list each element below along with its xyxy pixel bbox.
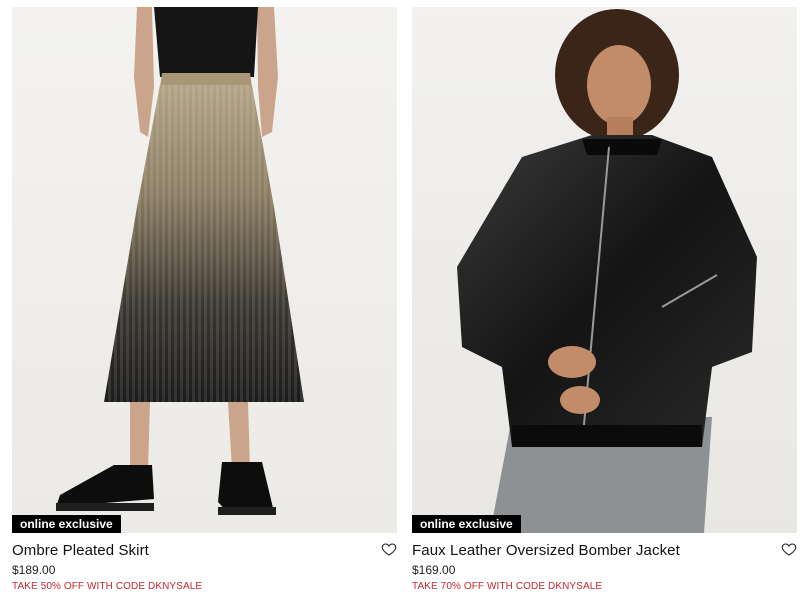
wishlist-heart-icon[interactable] — [781, 541, 797, 557]
product-card-faux-leather-bomber-jacket[interactable]: online exclusive Faux Leather Oversized … — [412, 7, 797, 597]
product-grid: online exclusive Ombre Pleated Skirt $18… — [12, 7, 797, 597]
product-price: $169.00 — [412, 563, 456, 577]
product-image-jacket[interactable] — [412, 7, 797, 533]
product-name[interactable]: Ombre Pleated Skirt — [12, 542, 149, 559]
online-exclusive-badge: online exclusive — [12, 515, 121, 533]
wishlist-heart-icon[interactable] — [381, 541, 397, 557]
product-price: $189.00 — [12, 563, 56, 577]
promo-text: TAKE 70% OFF WITH CODE DKNYSALE — [412, 581, 603, 592]
online-exclusive-badge: online exclusive — [412, 515, 521, 533]
product-card-ombre-pleated-skirt[interactable]: online exclusive Ombre Pleated Skirt $18… — [12, 7, 397, 597]
product-name[interactable]: Faux Leather Oversized Bomber Jacket — [412, 542, 680, 559]
product-image-skirt[interactable] — [12, 7, 397, 533]
promo-text: TAKE 50% OFF WITH CODE DKNYSALE — [12, 581, 203, 592]
